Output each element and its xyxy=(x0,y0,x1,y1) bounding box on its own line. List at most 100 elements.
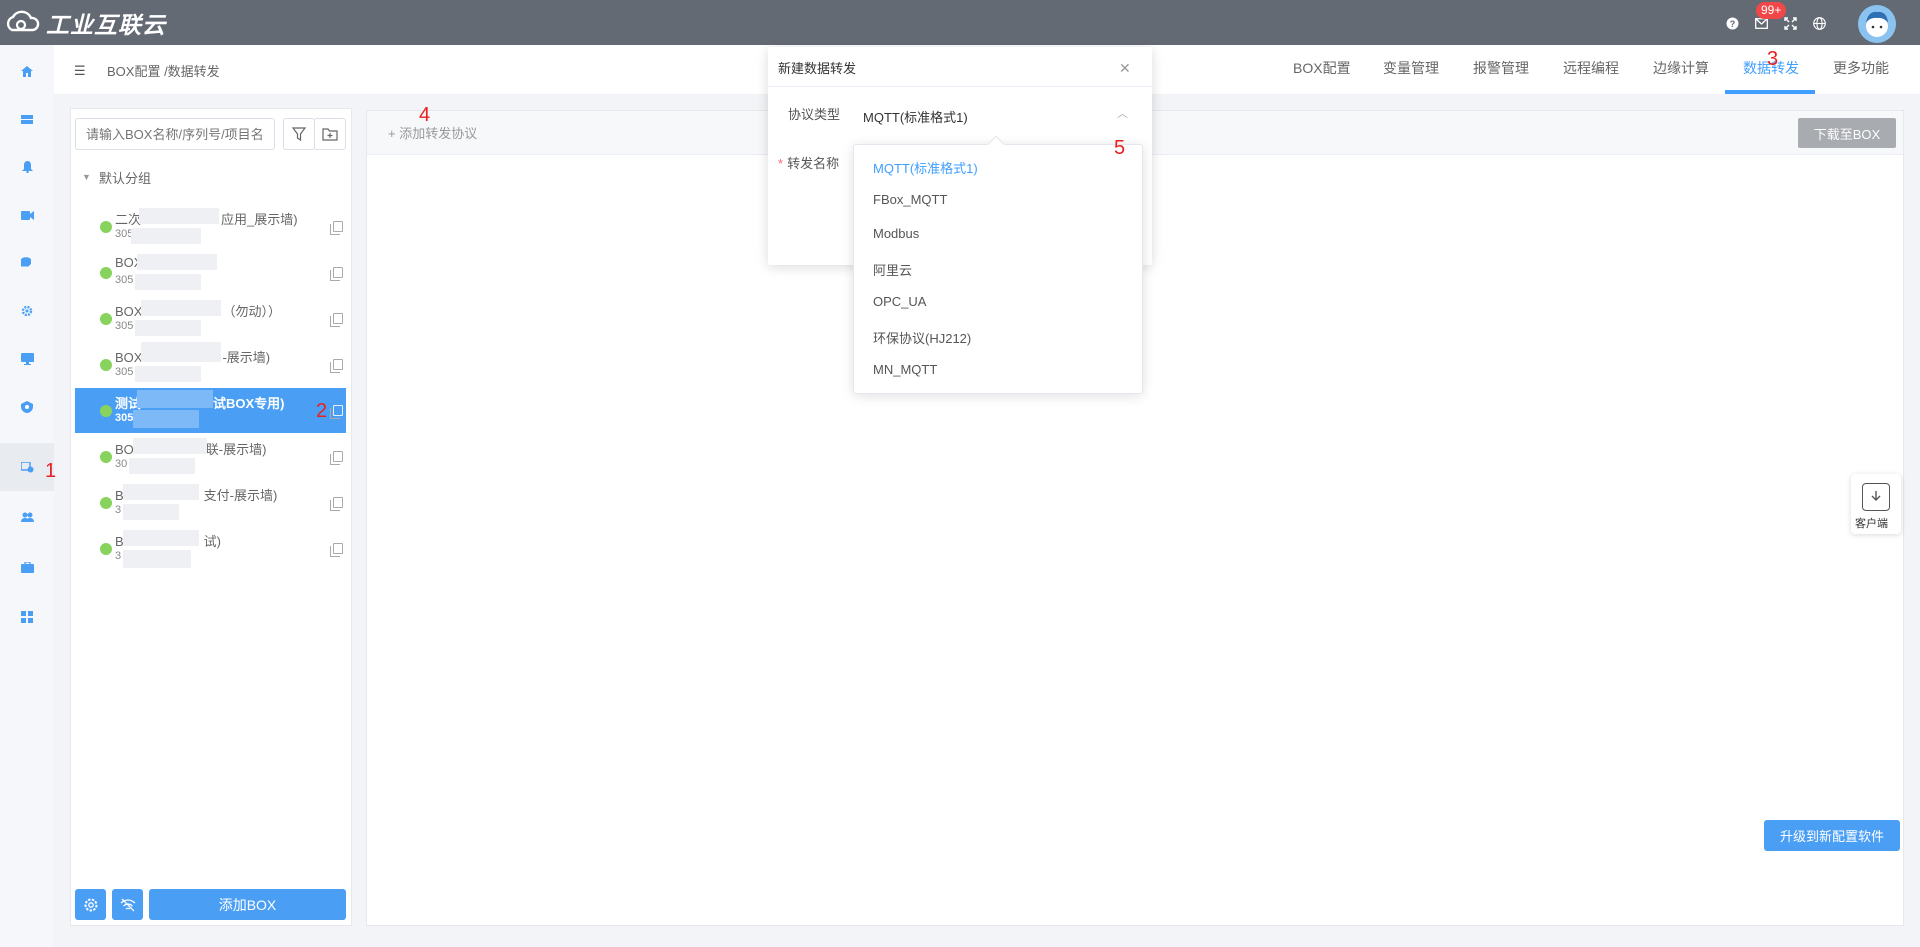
copy-icon[interactable] xyxy=(330,405,343,419)
tree-settings-button[interactable] xyxy=(75,889,106,920)
protocol-option-opc-ua[interactable]: OPC_UA xyxy=(873,294,926,309)
redaction-block xyxy=(135,366,201,382)
protocol-type-select[interactable]: MQTT(标准格式1) xyxy=(863,107,968,126)
tree-offline-button[interactable] xyxy=(112,889,143,920)
protocol-option-mn-mqtt[interactable]: MN_MQTT xyxy=(873,362,937,377)
nav-database[interactable] xyxy=(0,239,54,287)
grid-dashboard-icon xyxy=(21,611,33,623)
redaction-block xyxy=(135,320,201,336)
nav-dashboard[interactable] xyxy=(0,593,54,641)
user-avatar[interactable] xyxy=(1858,5,1896,43)
nav-devices[interactable] xyxy=(0,95,54,143)
download-client-icon xyxy=(1862,483,1890,511)
redaction-block xyxy=(137,254,217,270)
tree-item[interactable]: BOX -展示墙) 305 xyxy=(75,342,346,387)
add-folder-button[interactable] xyxy=(314,118,346,150)
protocol-option-mqtt-standard[interactable]: MQTT(标准格式1) xyxy=(873,158,978,177)
box-search-input[interactable] xyxy=(75,118,275,150)
annotation-marker-3: 3 xyxy=(1767,48,1779,70)
tab-edge-computing[interactable]: 边缘计算 xyxy=(1653,58,1709,78)
nav-home[interactable] xyxy=(0,47,54,95)
chevron-up-icon[interactable]: ︿ xyxy=(1117,105,1128,121)
fullscreen-icon[interactable] xyxy=(1783,16,1797,30)
copy-icon[interactable] xyxy=(330,497,343,511)
protocol-option-aliyun[interactable]: 阿里云 xyxy=(873,260,912,279)
redaction-block xyxy=(131,228,201,244)
group-label[interactable]: 默认分组 xyxy=(99,168,151,187)
nav-users[interactable] xyxy=(0,493,54,541)
wifi-off-icon xyxy=(120,898,135,911)
protocol-option-modbus[interactable]: Modbus xyxy=(873,226,919,241)
online-status-dot xyxy=(100,313,112,325)
database-edit-icon xyxy=(21,257,33,268)
app-logo[interactable]: 工业互联云 xyxy=(4,8,174,38)
copy-icon[interactable] xyxy=(330,543,343,557)
tab-box-config[interactable]: BOX配置 xyxy=(1293,58,1351,78)
stack-icon xyxy=(21,114,33,124)
gear-icon xyxy=(84,898,97,911)
message-count-badge: 99+ xyxy=(1756,2,1787,19)
users-icon xyxy=(20,512,34,522)
tree-item-selected[interactable]: 测试 试BOX专用) 305 xyxy=(75,388,346,433)
copy-icon[interactable] xyxy=(330,359,343,373)
tab-alarm-management[interactable]: 报警管理 xyxy=(1473,58,1529,78)
nav-network[interactable] xyxy=(0,383,54,431)
online-status-dot xyxy=(100,543,112,555)
tab-variable-management[interactable]: 变量管理 xyxy=(1383,58,1439,78)
tree-item[interactable]: 二次 应用_展示墙) 305 xyxy=(75,204,346,249)
tree-item[interactable]: B 支付-展示墙) 3 xyxy=(75,480,346,525)
online-status-dot xyxy=(100,405,112,417)
redaction-block xyxy=(133,410,199,428)
group-collapse-caret-icon[interactable]: ▼ xyxy=(82,172,91,182)
cloud-logo-icon xyxy=(6,10,40,32)
folder-add-icon xyxy=(322,127,338,141)
annotation-marker-5: 5 xyxy=(1114,137,1126,159)
tab-remote-programming[interactable]: 远程编程 xyxy=(1563,58,1619,78)
redaction-block xyxy=(141,342,221,362)
nav-alarms[interactable] xyxy=(0,143,54,191)
copy-icon[interactable] xyxy=(330,221,343,235)
tree-item[interactable]: BOX 305 xyxy=(75,250,346,295)
copy-icon[interactable] xyxy=(330,451,343,465)
nav-settings[interactable] xyxy=(0,287,54,335)
protocol-option-hj212[interactable]: 环保协议(HJ212) xyxy=(873,328,971,347)
required-mark: * xyxy=(778,156,784,171)
filter-icon xyxy=(292,127,306,141)
copy-icon[interactable] xyxy=(330,313,343,327)
redaction-block xyxy=(123,550,191,568)
forward-name-label: * 转发名称 xyxy=(778,153,839,172)
online-status-dot xyxy=(100,497,112,509)
add-forward-protocol-link[interactable]: + 添加转发协议 xyxy=(388,123,477,142)
data-forward-icon xyxy=(20,461,33,472)
tab-more-functions[interactable]: 更多功能 xyxy=(1833,58,1889,78)
tree-item[interactable]: BO 联-展示墙) 30 xyxy=(75,434,346,479)
redaction-block xyxy=(141,300,221,316)
protocol-option-fbox-mqtt[interactable]: FBox_MQTT xyxy=(873,192,947,207)
upgrade-config-software-button[interactable]: 升级到新配置软件 xyxy=(1764,820,1900,851)
breadcrumb: BOX配置 /数据转发 xyxy=(107,64,220,79)
nav-toolbox[interactable] xyxy=(0,543,54,591)
close-icon[interactable]: ✕ xyxy=(1119,60,1131,77)
nav-video[interactable] xyxy=(0,191,54,239)
box-serial: 305 xyxy=(115,274,134,286)
redaction-block xyxy=(129,458,195,474)
dialog-title: 新建数据转发 xyxy=(778,61,857,76)
svg-text:?: ? xyxy=(1729,19,1735,29)
box-serial: 305 xyxy=(115,366,134,378)
nav-monitor[interactable] xyxy=(0,335,54,383)
top-header-bar xyxy=(0,0,1920,45)
protocol-type-label: 协议类型 xyxy=(788,107,841,122)
tree-item[interactable]: BOX （勿动）） 305 xyxy=(75,296,346,341)
copy-icon[interactable] xyxy=(330,267,343,281)
tree-item[interactable]: B 试) 3 xyxy=(75,526,346,571)
menu-toggle-icon[interactable]: ☰ xyxy=(74,63,86,79)
help-icon[interactable]: ? xyxy=(1725,16,1739,30)
redaction-block xyxy=(123,504,179,520)
box-serial: 305 xyxy=(115,412,134,424)
download-to-box-button[interactable]: 下载至BOX xyxy=(1798,118,1896,148)
filter-button[interactable] xyxy=(283,118,315,150)
redaction-block xyxy=(123,484,199,500)
online-status-dot xyxy=(100,267,112,279)
globe-language-icon[interactable] xyxy=(1812,16,1826,30)
add-box-button[interactable]: 添加BOX xyxy=(149,889,346,920)
